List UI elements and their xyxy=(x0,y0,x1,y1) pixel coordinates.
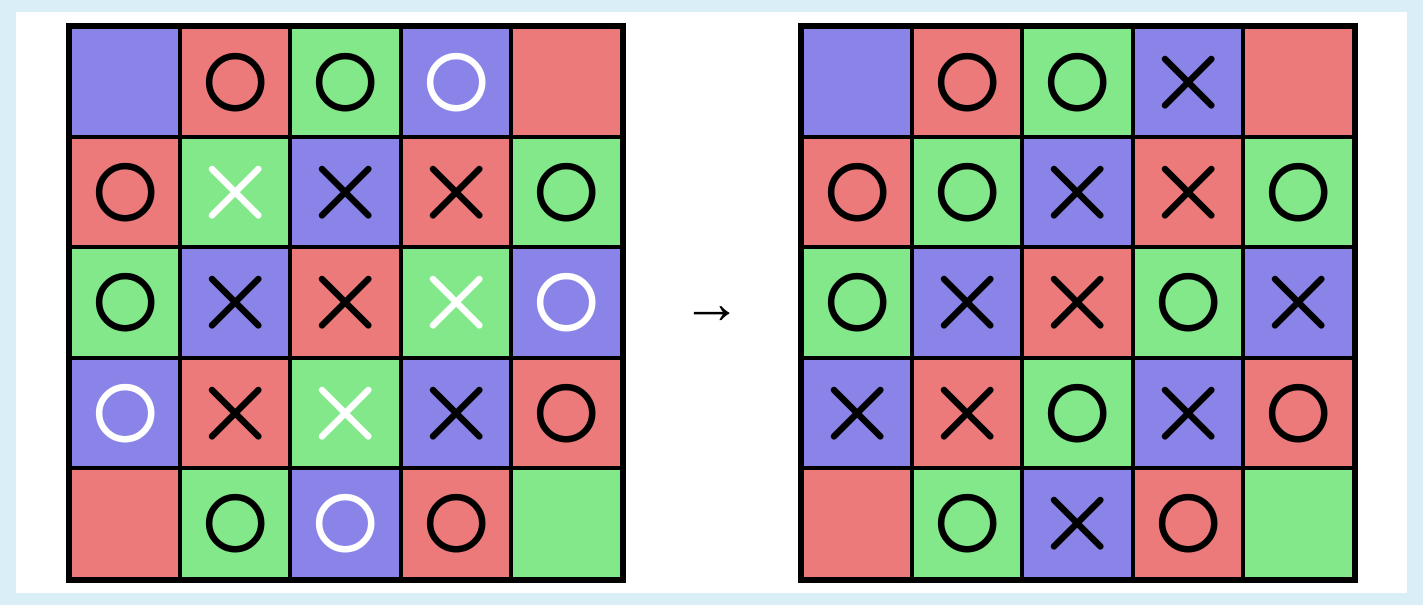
circle-mark-icon xyxy=(1041,46,1113,118)
arrow-icon: → xyxy=(682,273,742,333)
cell-left-0-4 xyxy=(511,27,621,137)
cell-left-1-1 xyxy=(180,137,290,247)
circle-mark-icon xyxy=(1262,377,1334,449)
cell-left-4-1 xyxy=(180,468,290,578)
cell-right-0-4 xyxy=(1243,27,1353,137)
cross-mark-icon xyxy=(1262,266,1334,338)
cross-mark-icon xyxy=(309,266,381,338)
cell-right-2-1 xyxy=(912,247,1022,357)
cell-left-2-4 xyxy=(511,247,621,357)
circle-mark-icon xyxy=(821,266,893,338)
cell-right-1-2 xyxy=(1022,137,1132,247)
cell-left-4-4 xyxy=(511,468,621,578)
circle-mark-icon xyxy=(89,266,161,338)
grid-right xyxy=(798,23,1358,583)
cell-right-0-1 xyxy=(912,27,1022,137)
circle-mark-icon xyxy=(89,377,161,449)
cell-right-4-1 xyxy=(912,468,1022,578)
cross-mark-icon xyxy=(199,266,271,338)
cell-left-1-4 xyxy=(511,137,621,247)
cell-left-3-2 xyxy=(290,358,400,468)
cross-mark-icon xyxy=(309,377,381,449)
cell-right-0-3 xyxy=(1133,27,1243,137)
cell-right-4-0 xyxy=(802,468,912,578)
circle-mark-icon xyxy=(931,46,1003,118)
cell-right-4-3 xyxy=(1133,468,1243,578)
cell-left-2-1 xyxy=(180,247,290,357)
cell-right-1-0 xyxy=(802,137,912,247)
cell-right-3-2 xyxy=(1022,358,1132,468)
diagram-stage: → xyxy=(16,12,1407,593)
cell-left-4-2 xyxy=(290,468,400,578)
cell-right-4-2 xyxy=(1022,468,1132,578)
circle-mark-icon xyxy=(931,156,1003,228)
cell-left-2-3 xyxy=(401,247,511,357)
circle-mark-icon xyxy=(309,487,381,559)
cross-mark-icon xyxy=(1041,487,1113,559)
cell-right-1-1 xyxy=(912,137,1022,247)
circle-mark-icon xyxy=(199,46,271,118)
cell-left-0-2 xyxy=(290,27,400,137)
cell-left-1-0 xyxy=(70,137,180,247)
cross-mark-icon xyxy=(420,156,492,228)
circle-mark-icon xyxy=(420,487,492,559)
cross-mark-icon xyxy=(1041,156,1113,228)
cell-right-3-1 xyxy=(912,358,1022,468)
circle-mark-icon xyxy=(89,156,161,228)
cell-left-1-3 xyxy=(401,137,511,247)
cross-mark-icon xyxy=(309,156,381,228)
cell-right-2-3 xyxy=(1133,247,1243,357)
cross-mark-icon xyxy=(420,266,492,338)
cell-left-3-3 xyxy=(401,358,511,468)
cross-mark-icon xyxy=(931,266,1003,338)
cell-left-3-4 xyxy=(511,358,621,468)
cell-left-4-3 xyxy=(401,468,511,578)
cell-right-3-3 xyxy=(1133,358,1243,468)
cross-mark-icon xyxy=(1152,156,1224,228)
cross-mark-icon xyxy=(931,377,1003,449)
cell-left-3-1 xyxy=(180,358,290,468)
circle-mark-icon xyxy=(821,156,893,228)
cross-mark-icon xyxy=(420,377,492,449)
cell-left-3-0 xyxy=(70,358,180,468)
cell-left-1-2 xyxy=(290,137,400,247)
cross-mark-icon xyxy=(821,377,893,449)
cell-left-0-1 xyxy=(180,27,290,137)
cross-mark-icon xyxy=(1041,266,1113,338)
cross-mark-icon xyxy=(199,377,271,449)
circle-mark-icon xyxy=(199,487,271,559)
cell-right-4-4 xyxy=(1243,468,1353,578)
cell-right-3-0 xyxy=(802,358,912,468)
circle-mark-icon xyxy=(931,487,1003,559)
cell-right-1-3 xyxy=(1133,137,1243,247)
cross-mark-icon xyxy=(199,156,271,228)
cell-right-2-4 xyxy=(1243,247,1353,357)
cell-right-0-2 xyxy=(1022,27,1132,137)
cell-right-2-0 xyxy=(802,247,912,357)
circle-mark-icon xyxy=(1152,266,1224,338)
circle-mark-icon xyxy=(309,46,381,118)
cell-left-2-0 xyxy=(70,247,180,357)
circle-mark-icon xyxy=(1041,377,1113,449)
cell-right-3-4 xyxy=(1243,358,1353,468)
cell-left-0-0 xyxy=(70,27,180,137)
cell-left-0-3 xyxy=(401,27,511,137)
cell-right-1-4 xyxy=(1243,137,1353,247)
circle-mark-icon xyxy=(1262,156,1334,228)
circle-mark-icon xyxy=(530,266,602,338)
circle-mark-icon xyxy=(1152,487,1224,559)
grid-left xyxy=(66,23,626,583)
cross-mark-icon xyxy=(1152,377,1224,449)
circle-mark-icon xyxy=(420,46,492,118)
cell-right-2-2 xyxy=(1022,247,1132,357)
cross-mark-icon xyxy=(1152,46,1224,118)
circle-mark-icon xyxy=(530,377,602,449)
circle-mark-icon xyxy=(530,156,602,228)
cell-left-2-2 xyxy=(290,247,400,357)
cell-right-0-0 xyxy=(802,27,912,137)
cell-left-4-0 xyxy=(70,468,180,578)
